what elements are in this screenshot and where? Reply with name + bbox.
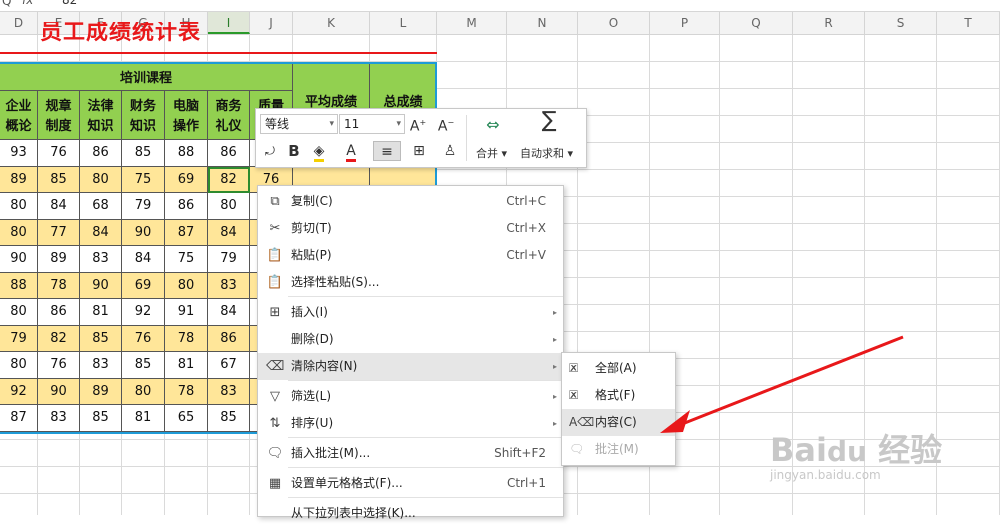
arrow-shaft — [671, 335, 904, 430]
arrow-head — [660, 410, 690, 433]
watermark-url: jingyan.baidu.com — [770, 468, 881, 482]
baidu-watermark: Baidu 经验 — [770, 431, 943, 469]
